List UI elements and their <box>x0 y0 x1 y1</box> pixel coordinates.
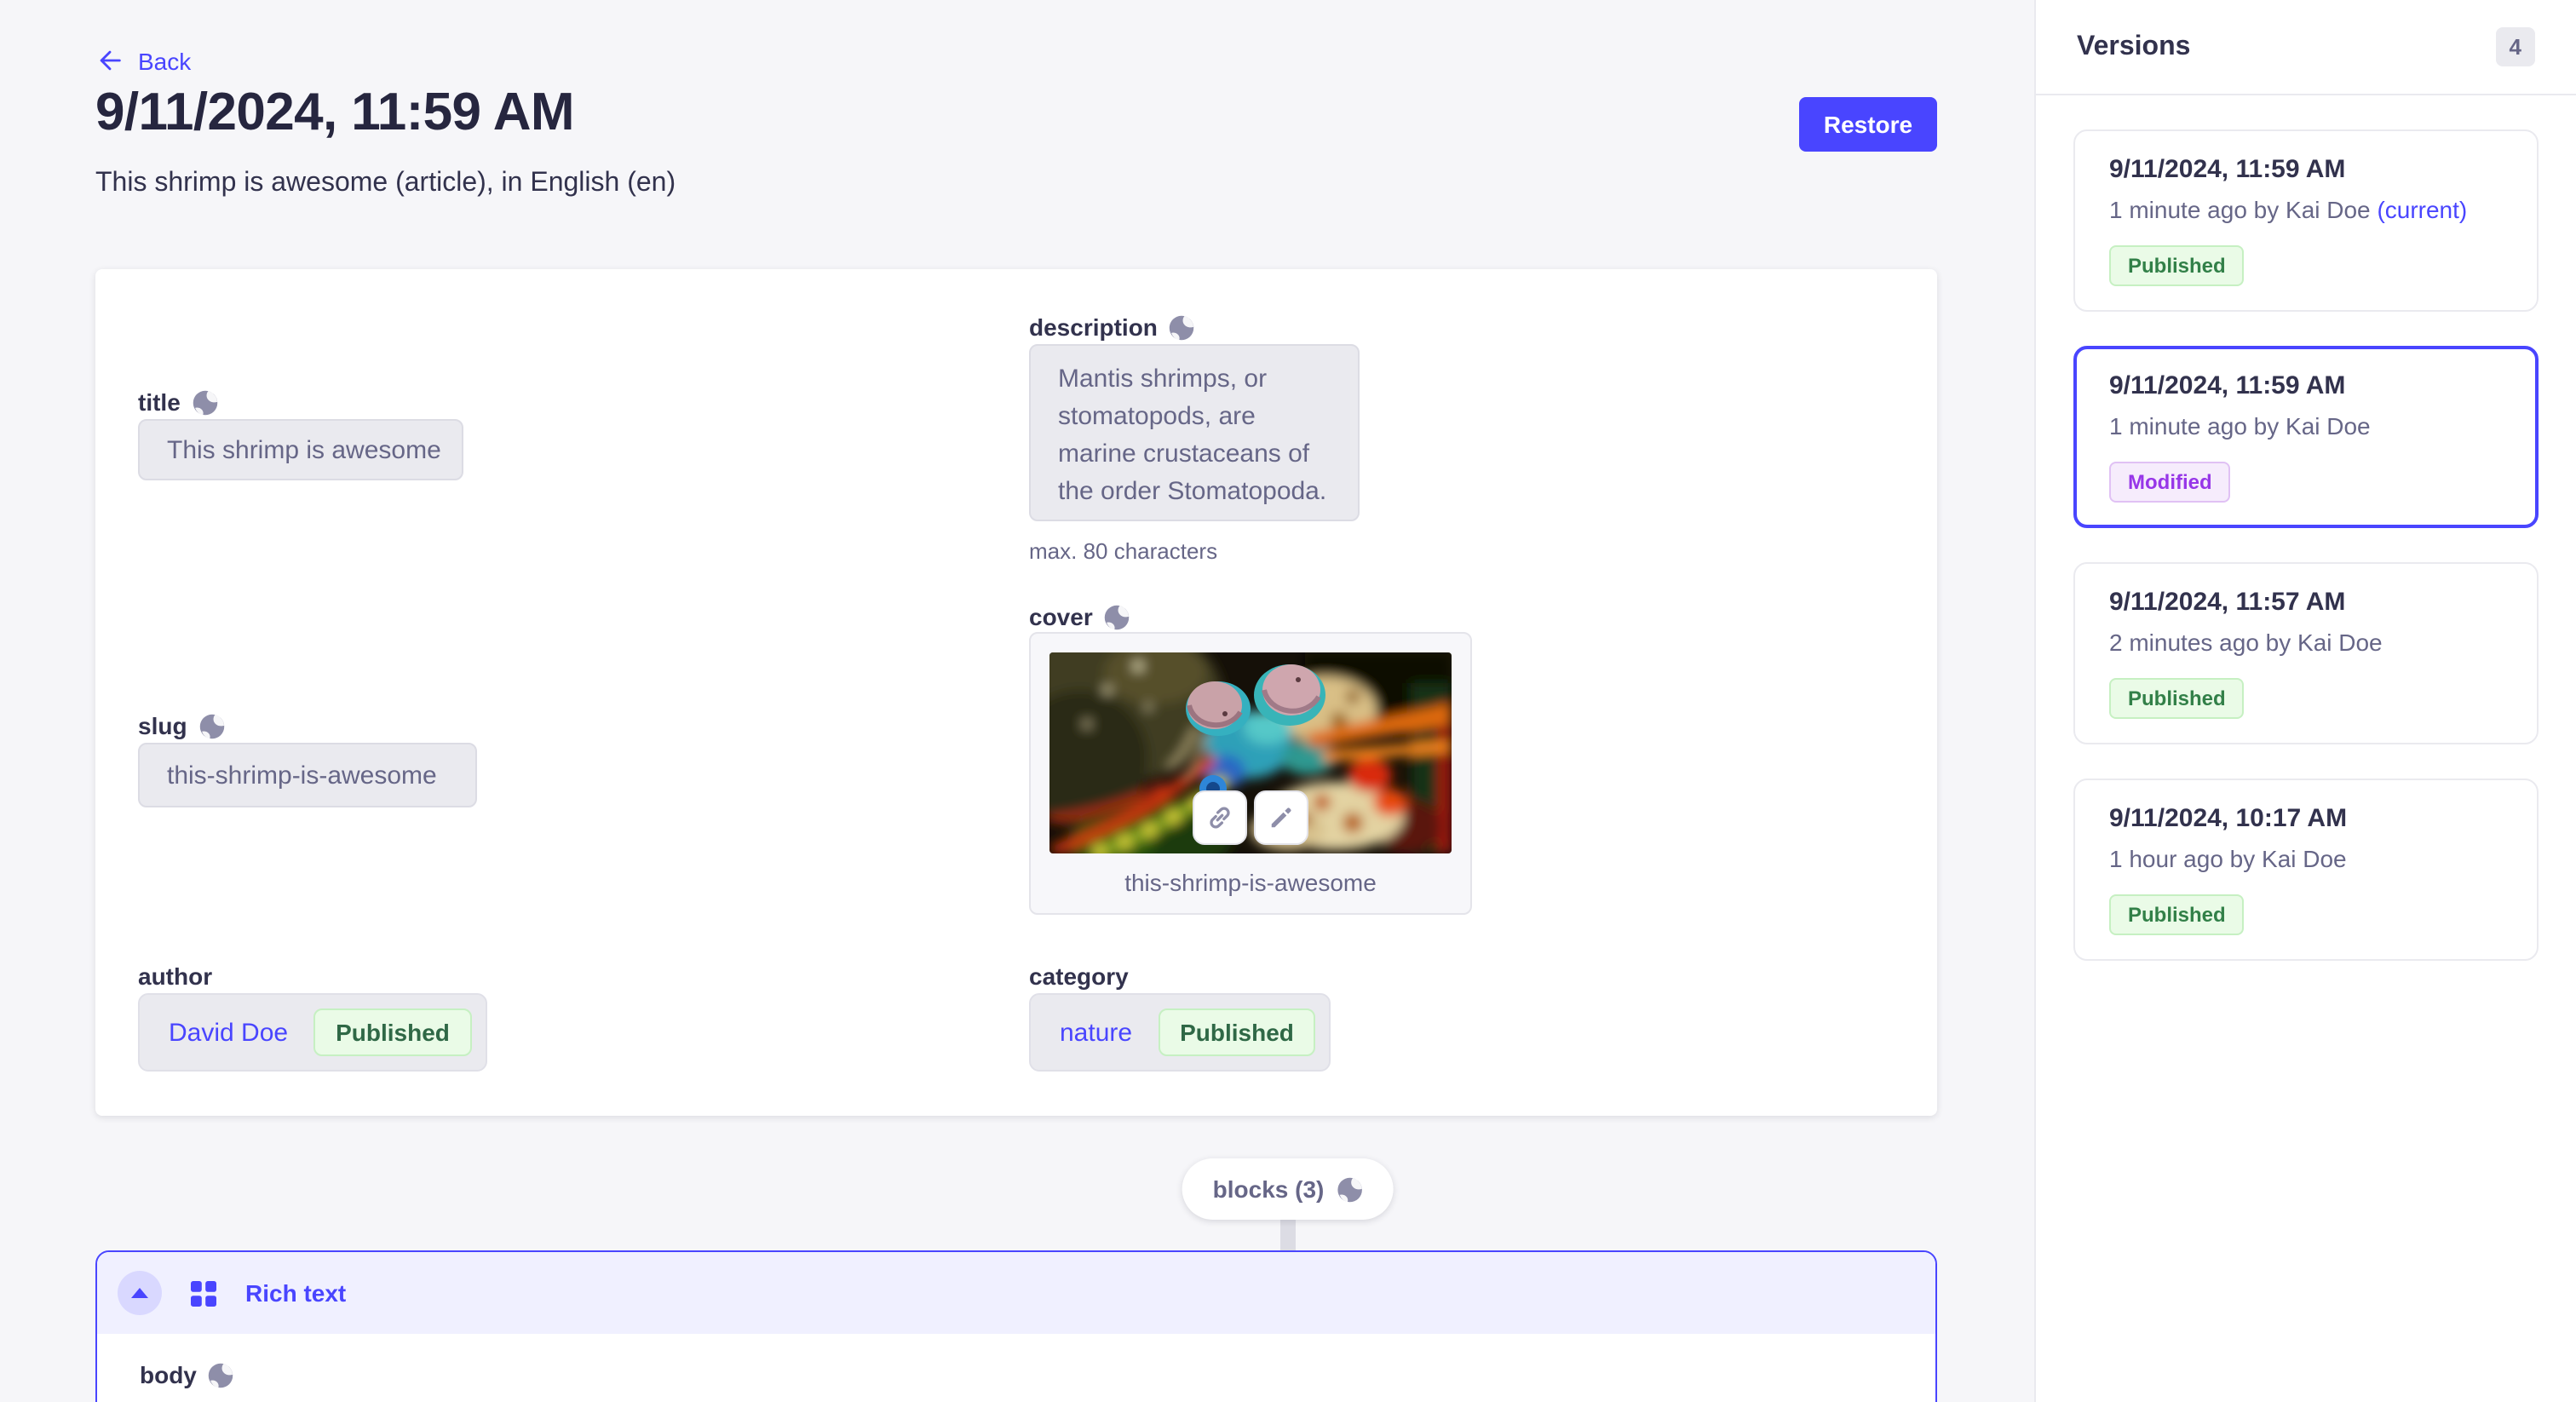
slug-input[interactable]: this-shrimp-is-awesome <box>138 743 477 807</box>
rich-text-block: Rich text body <box>95 1250 1937 1402</box>
component-grid-icon <box>191 1280 216 1306</box>
link-icon <box>1205 802 1235 833</box>
edit-button[interactable] <box>1254 790 1308 845</box>
version-status-badge: Modified <box>2109 462 2231 503</box>
version-status-badge: Published <box>2109 678 2245 719</box>
author-field-label: author <box>138 962 212 990</box>
version-date: 9/11/2024, 11:57 AM <box>2109 588 2503 618</box>
copy-link-button[interactable] <box>1193 790 1247 845</box>
pencil-icon <box>1266 802 1297 833</box>
globe-icon <box>1170 314 1195 340</box>
restore-button[interactable]: Restore <box>1799 97 1937 152</box>
versions-sidebar: Versions 4 9/11/2024, 11:59 AM 1 minute … <box>2034 0 2576 1402</box>
version-meta: 1 minute ago by Kai Doe (current) <box>2109 194 2503 225</box>
description-textarea[interactable]: Mantis shrimps, or stomatopods, are mari… <box>1029 344 1360 521</box>
category-relation-link[interactable]: nature <box>1060 1018 1132 1047</box>
title-input[interactable]: This shrimp is awesome <box>138 419 463 480</box>
description-hint: max. 80 characters <box>1029 538 1217 564</box>
app-root: Back 9/11/2024, 11:59 AM This shrimp is … <box>0 0 2576 1402</box>
blocks-pill-label: blocks (3) <box>1213 1175 1325 1203</box>
pill-connector <box>1280 1216 1296 1252</box>
versions-title: Versions <box>2077 32 2190 62</box>
version-status-badge: Published <box>2109 245 2245 286</box>
blocks-field-pill: blocks (3) <box>1182 1158 1394 1220</box>
versions-count-badge: 4 <box>2496 27 2535 66</box>
author-status-badge: Published <box>313 1008 472 1056</box>
version-date: 9/11/2024, 11:59 AM <box>2109 371 2503 402</box>
version-content-card: title This shrimp is awesome slug this-s… <box>95 269 1937 1116</box>
cover-media-card: this-shrimp-is-awesome <box>1029 632 1472 915</box>
back-label: Back <box>138 47 191 74</box>
category-field-label: category <box>1029 962 1129 990</box>
version-card-selected[interactable]: 9/11/2024, 11:59 AM 1 minute ago by Kai … <box>2073 346 2539 528</box>
version-date: 9/11/2024, 11:59 AM <box>2109 155 2503 186</box>
current-tag: (current) <box>2377 196 2467 223</box>
slug-field-label: slug <box>138 712 225 739</box>
cover-caption: this-shrimp-is-awesome <box>1031 869 1470 896</box>
globe-icon <box>1337 1176 1363 1202</box>
version-card[interactable]: 9/11/2024, 11:57 AM 2 minutes ago by Kai… <box>2073 562 2539 744</box>
body-field-label: body <box>140 1361 234 1388</box>
cover-actions <box>1193 790 1308 845</box>
version-status-badge: Published <box>2109 894 2245 935</box>
description-field-label: description <box>1029 313 1195 341</box>
chevron-up-icon <box>131 1288 148 1298</box>
title-field-label: title <box>138 388 218 416</box>
rich-text-block-title: Rich text <box>245 1279 346 1307</box>
version-meta: 2 minutes ago by Kai Doe <box>2109 627 2503 658</box>
category-status-badge: Published <box>1158 1008 1316 1056</box>
globe-icon <box>209 1362 234 1388</box>
version-date: 9/11/2024, 10:17 AM <box>2109 804 2503 835</box>
collapse-button[interactable] <box>118 1271 162 1315</box>
version-meta: 1 hour ago by Kai Doe <box>2109 843 2503 874</box>
versions-list: 9/11/2024, 11:59 AM 1 minute ago by Kai … <box>2036 95 2576 995</box>
version-meta: 1 minute ago by Kai Doe <box>2109 411 2503 441</box>
arrow-left-icon <box>95 46 124 75</box>
globe-icon <box>193 389 218 415</box>
cover-field-label: cover <box>1029 603 1130 630</box>
versions-header: Versions 4 <box>2036 0 2576 95</box>
author-relation-link[interactable]: David Doe <box>169 1018 288 1047</box>
category-relation-chip: nature Published <box>1029 993 1331 1072</box>
globe-icon <box>1105 604 1130 629</box>
page-title: 9/11/2024, 11:59 AM <box>95 82 574 143</box>
version-card[interactable]: 9/11/2024, 11:59 AM 1 minute ago by Kai … <box>2073 129 2539 312</box>
rich-text-accordion-header[interactable]: Rich text <box>97 1252 1935 1334</box>
version-card[interactable]: 9/11/2024, 10:17 AM 1 hour ago by Kai Do… <box>2073 779 2539 961</box>
page-subtitle: This shrimp is awesome (article), in Eng… <box>95 169 676 199</box>
author-relation-chip: David Doe Published <box>138 993 487 1072</box>
back-link[interactable]: Back <box>95 46 191 75</box>
screen: Back 9/11/2024, 11:59 AM This shrimp is … <box>0 0 2576 1402</box>
globe-icon <box>199 713 225 738</box>
